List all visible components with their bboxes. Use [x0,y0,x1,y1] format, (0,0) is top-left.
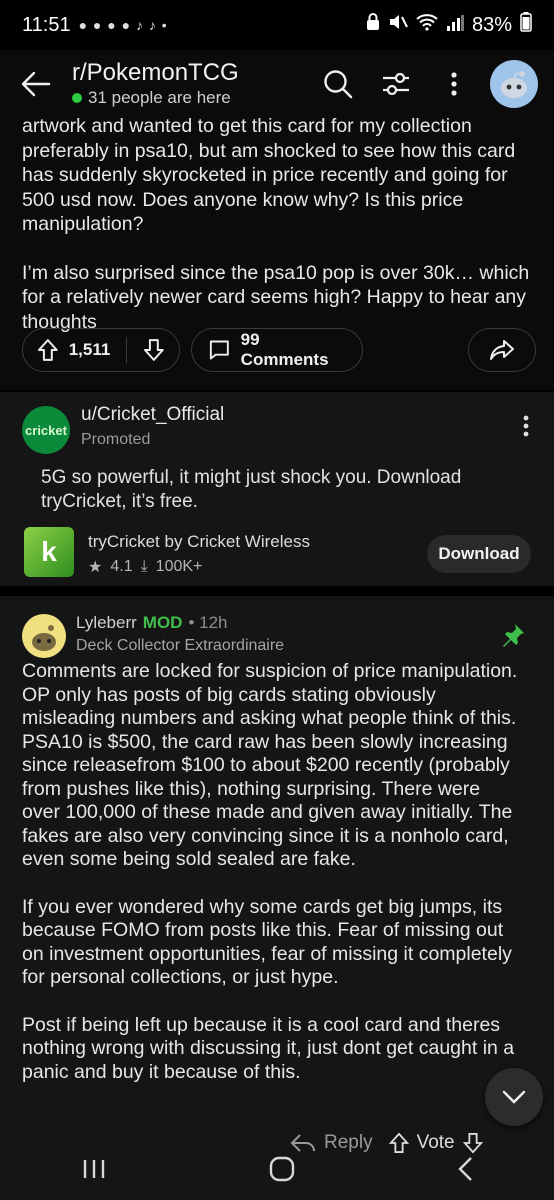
subreddit-title-block[interactable]: r/PokemonTCG 31 people are here [72,60,316,108]
app-downloads: 100K+ [155,558,203,575]
post-actions: 1,511 99 Comments [22,327,536,373]
online-text: 31 people are here [88,88,231,107]
comment-paragraph: Comments are locked for suspicion of pri… [22,660,518,870]
battery-level: 83% [471,13,512,36]
app-rating: 4.1 [110,558,133,575]
vote-count: 1,511 [68,340,111,359]
filter-button[interactable] [374,62,418,106]
chevron-down-icon [502,1090,526,1104]
ad-text: 5G so powerful, it might just shock you.… [41,467,462,512]
app-name[interactable]: tryCricket by Cricket Wireless [88,532,310,552]
mod-badge: MOD [142,613,183,632]
back-button[interactable] [0,50,72,118]
download-button[interactable]: Download [427,535,531,573]
subreddit-name: r/PokemonTCG [72,59,239,86]
mute-icon [388,13,408,37]
post-paragraph: artwork and wanted to get this card for … [22,115,516,235]
system-back-button[interactable] [456,1155,474,1188]
ad-more-button[interactable] [522,414,530,443]
comment-bubble-icon [209,340,229,360]
vote-separator [126,337,128,363]
app-icon[interactable]: k [24,527,74,577]
share-icon [490,340,514,360]
lock-icon [366,13,380,37]
comments-button[interactable]: 99 Comments [191,328,363,372]
ad-avatar[interactable]: cricket [22,406,70,454]
comment-header: Lyleberr MOD • 12h [76,613,228,633]
system-nav-bar [0,1142,554,1200]
pinned-icon [500,622,526,653]
snoo-avatar-icon [32,625,56,651]
more-vertical-icon [523,415,529,437]
vote-control: 1,511 [22,328,180,372]
comment-body: Comments are locked for suspicion of pri… [22,660,522,1108]
notification-icons: ● ● ● ● ♪ ♪ • [78,17,168,33]
back-chevron-icon [458,1156,472,1181]
comment-author[interactable]: Lyleberr [76,613,137,633]
promoted-label: Promoted [81,431,151,448]
status-bar: 11:51 ● ● ● ● ♪ ♪ • 83% [0,0,554,50]
app-header: r/PokemonTCG 31 people are here [0,50,554,118]
share-button[interactable] [468,328,536,372]
ad-username[interactable]: u/Cricket_Official [81,404,224,426]
overflow-menu-button[interactable] [432,62,476,106]
home-icon [269,1156,295,1181]
downvote-icon[interactable] [143,338,165,362]
post-paragraph: I’m also surprised since the psa10 pop i… [22,261,530,333]
scroll-next-button[interactable] [485,1068,543,1126]
sliders-icon [383,72,409,96]
wifi-icon [416,13,438,37]
user-flair: Deck Collector Extraordinaire [76,637,285,654]
comment-time: • 12h [188,613,228,632]
signal-icon [446,14,464,37]
online-dot-icon [72,93,82,103]
commenter-avatar[interactable] [22,614,66,658]
search-button[interactable] [316,62,360,106]
comments-label: 99 Comments [240,330,329,369]
more-vertical-icon [451,72,457,96]
online-count: 31 people are here [72,88,316,108]
status-time: 11:51 [22,13,71,36]
recent-apps-button[interactable] [80,1157,108,1186]
comment-paragraph: If you ever wondered why some cards get … [22,895,512,989]
recents-icon [83,1159,105,1178]
upvote-icon[interactable] [37,338,59,362]
search-icon [324,70,353,99]
home-button[interactable] [268,1155,296,1188]
comment-paragraph: Post if being left up because it is a co… [22,1013,515,1083]
back-arrow-icon [21,71,51,97]
snoo-avatar-icon [501,71,527,98]
star-icon: ★ [88,559,103,576]
app-meta: ★ 4.1 ⤓ 100K+ [88,557,202,577]
download-icon: ⤓ [140,558,148,575]
user-avatar[interactable] [490,60,538,108]
battery-icon [520,12,532,38]
